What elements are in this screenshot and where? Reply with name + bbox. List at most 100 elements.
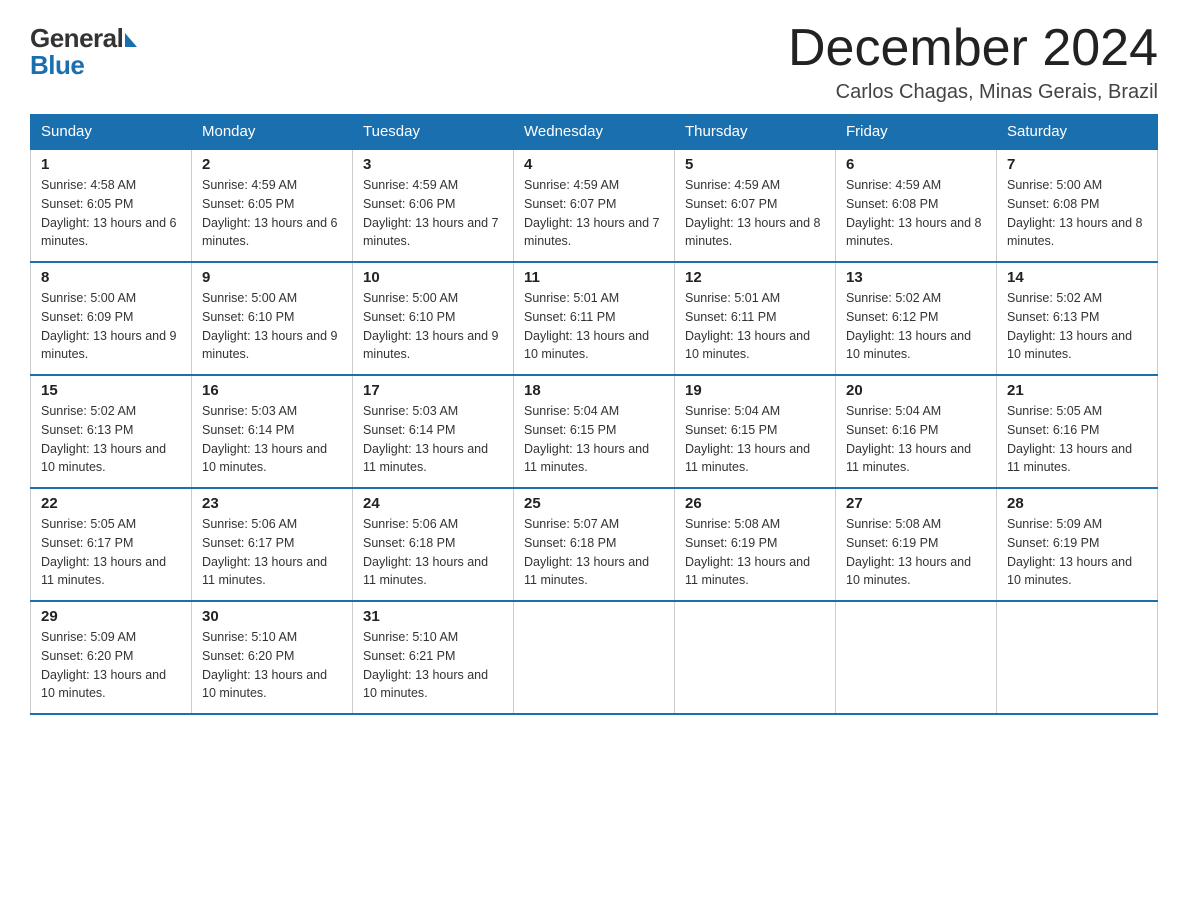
day-cell: 22Sunrise: 5:05 AMSunset: 6:17 PMDayligh… — [31, 488, 192, 601]
day-number: 12 — [685, 269, 825, 286]
day-cell: 11Sunrise: 5:01 AMSunset: 6:11 PMDayligh… — [514, 262, 675, 375]
logo: General Blue — [30, 20, 137, 79]
day-cell: 4 Sunrise: 4:59 AMSunset: 6:07 PMDaylight… — [514, 149, 675, 262]
day-number: 11 — [524, 269, 664, 286]
header-row: SundayMondayTuesdayWednesdayThursdayFrid… — [31, 115, 1158, 150]
day-info: Sunrise: 5:10 AMSunset: 6:20 PMDaylight:… — [202, 630, 327, 700]
day-number: 3 — [363, 156, 503, 173]
col-header-friday: Friday — [836, 115, 997, 150]
day-cell: 6 Sunrise: 4:59 AMSunset: 6:08 PMDaylight… — [836, 149, 997, 262]
col-header-monday: Monday — [192, 115, 353, 150]
day-cell: 9Sunrise: 5:00 AMSunset: 6:10 PMDaylight… — [192, 262, 353, 375]
day-info: Sunrise: 5:04 AMSunset: 6:15 PMDaylight:… — [685, 404, 810, 474]
day-cell — [836, 601, 997, 714]
day-number: 17 — [363, 382, 503, 399]
day-cell: 27Sunrise: 5:08 AMSunset: 6:19 PMDayligh… — [836, 488, 997, 601]
page-header: General Blue December 2024 Carlos Chagas… — [30, 20, 1158, 104]
week-row-5: 29Sunrise: 5:09 AMSunset: 6:20 PMDayligh… — [31, 601, 1158, 714]
col-header-wednesday: Wednesday — [514, 115, 675, 150]
day-info: Sunrise: 5:06 AMSunset: 6:17 PMDaylight:… — [202, 517, 327, 587]
day-info: Sunrise: 5:02 AMSunset: 6:13 PMDaylight:… — [1007, 291, 1132, 361]
day-number: 29 — [41, 608, 181, 625]
day-cell — [514, 601, 675, 714]
day-number: 30 — [202, 608, 342, 625]
day-number: 4 — [524, 156, 664, 173]
day-info: Sunrise: 5:03 AMSunset: 6:14 PMDaylight:… — [363, 404, 488, 474]
col-header-tuesday: Tuesday — [353, 115, 514, 150]
day-number: 20 — [846, 382, 986, 399]
day-cell: 16 Sunrise: 5:03 AMSunset: 6:14 PMDayligh… — [192, 375, 353, 488]
day-info: Sunrise: 5:00 AMSunset: 6:09 PMDaylight:… — [41, 291, 177, 361]
day-cell: 31 Sunrise: 5:10 AMSunset: 6:21 PMDayligh… — [353, 601, 514, 714]
day-number: 16 — [202, 382, 342, 399]
day-info: Sunrise: 4:59 AMSunset: 6:06 PMDaylight:… — [363, 178, 499, 248]
week-row-2: 8 Sunrise: 5:00 AMSunset: 6:09 PMDaylight… — [31, 262, 1158, 375]
day-number: 24 — [363, 495, 503, 512]
logo-line: General — [30, 25, 137, 52]
day-number: 14 — [1007, 269, 1147, 286]
day-number: 22 — [41, 495, 181, 512]
day-cell: 21Sunrise: 5:05 AMSunset: 6:16 PMDayligh… — [997, 375, 1158, 488]
day-number: 7 — [1007, 156, 1147, 173]
day-cell: 15 Sunrise: 5:02 AMSunset: 6:13 PMDayligh… — [31, 375, 192, 488]
day-info: Sunrise: 5:02 AMSunset: 6:13 PMDaylight:… — [41, 404, 166, 474]
day-cell: 2Sunrise: 4:59 AMSunset: 6:05 PMDaylight… — [192, 149, 353, 262]
day-info: Sunrise: 5:01 AMSunset: 6:11 PMDaylight:… — [685, 291, 810, 361]
day-number: 10 — [363, 269, 503, 286]
day-info: Sunrise: 5:07 AMSunset: 6:18 PMDaylight:… — [524, 517, 649, 587]
day-number: 6 — [846, 156, 986, 173]
day-number: 5 — [685, 156, 825, 173]
day-info: Sunrise: 5:09 AMSunset: 6:19 PMDaylight:… — [1007, 517, 1132, 587]
day-number: 27 — [846, 495, 986, 512]
logo-blue: Blue — [30, 50, 84, 80]
day-number: 8 — [41, 269, 181, 286]
logo-blue-line: Blue — [30, 52, 84, 79]
day-cell: 5 Sunrise: 4:59 AMSunset: 6:07 PMDaylight… — [675, 149, 836, 262]
day-cell: 19Sunrise: 5:04 AMSunset: 6:15 PMDayligh… — [675, 375, 836, 488]
day-info: Sunrise: 4:59 AMSunset: 6:07 PMDaylight:… — [524, 178, 660, 248]
day-cell: 28 Sunrise: 5:09 AMSunset: 6:19 PMDayligh… — [997, 488, 1158, 601]
day-info: Sunrise: 5:04 AMSunset: 6:16 PMDaylight:… — [846, 404, 971, 474]
day-info: Sunrise: 5:10 AMSunset: 6:21 PMDaylight:… — [363, 630, 488, 700]
title-section: December 2024 Carlos Chagas, Minas Gerai… — [788, 20, 1158, 104]
day-cell: 3 Sunrise: 4:59 AMSunset: 6:06 PMDaylight… — [353, 149, 514, 262]
logo-triangle-icon — [125, 33, 137, 47]
day-number: 1 — [41, 156, 181, 173]
day-info: Sunrise: 5:06 AMSunset: 6:18 PMDaylight:… — [363, 517, 488, 587]
logo-general: General — [30, 23, 123, 53]
day-cell: 30 Sunrise: 5:10 AMSunset: 6:20 PMDayligh… — [192, 601, 353, 714]
week-row-3: 15 Sunrise: 5:02 AMSunset: 6:13 PMDayligh… — [31, 375, 1158, 488]
col-header-thursday: Thursday — [675, 115, 836, 150]
week-row-4: 22Sunrise: 5:05 AMSunset: 6:17 PMDayligh… — [31, 488, 1158, 601]
day-cell: 12 Sunrise: 5:01 AMSunset: 6:11 PMDayligh… — [675, 262, 836, 375]
col-header-sunday: Sunday — [31, 115, 192, 150]
day-cell: 13 Sunrise: 5:02 AMSunset: 6:12 PMDayligh… — [836, 262, 997, 375]
day-cell: 8 Sunrise: 5:00 AMSunset: 6:09 PMDaylight… — [31, 262, 192, 375]
day-number: 2 — [202, 156, 342, 173]
day-info: Sunrise: 5:04 AMSunset: 6:15 PMDaylight:… — [524, 404, 649, 474]
day-info: Sunrise: 5:00 AMSunset: 6:08 PMDaylight:… — [1007, 178, 1143, 248]
day-info: Sunrise: 5:08 AMSunset: 6:19 PMDaylight:… — [685, 517, 810, 587]
day-cell: 24 Sunrise: 5:06 AMSunset: 6:18 PMDayligh… — [353, 488, 514, 601]
day-number: 9 — [202, 269, 342, 286]
day-info: Sunrise: 4:59 AMSunset: 6:07 PMDaylight:… — [685, 178, 821, 248]
day-number: 13 — [846, 269, 986, 286]
day-number: 21 — [1007, 382, 1147, 399]
day-info: Sunrise: 5:02 AMSunset: 6:12 PMDaylight:… — [846, 291, 971, 361]
day-number: 25 — [524, 495, 664, 512]
day-cell: 7 Sunrise: 5:00 AMSunset: 6:08 PMDaylight… — [997, 149, 1158, 262]
week-row-1: 1Sunrise: 4:58 AMSunset: 6:05 PMDaylight… — [31, 149, 1158, 262]
day-cell: 29Sunrise: 5:09 AMSunset: 6:20 PMDayligh… — [31, 601, 192, 714]
month-title: December 2024 — [788, 20, 1158, 77]
day-number: 28 — [1007, 495, 1147, 512]
day-number: 15 — [41, 382, 181, 399]
day-cell: 10Sunrise: 5:00 AMSunset: 6:10 PMDayligh… — [353, 262, 514, 375]
day-cell: 17 Sunrise: 5:03 AMSunset: 6:14 PMDayligh… — [353, 375, 514, 488]
day-number: 26 — [685, 495, 825, 512]
day-number: 31 — [363, 608, 503, 625]
day-info: Sunrise: 5:03 AMSunset: 6:14 PMDaylight:… — [202, 404, 327, 474]
day-info: Sunrise: 4:59 AMSunset: 6:08 PMDaylight:… — [846, 178, 982, 248]
location-subtitle: Carlos Chagas, Minas Gerais, Brazil — [788, 81, 1158, 104]
calendar-table: SundayMondayTuesdayWednesdayThursdayFrid… — [30, 114, 1158, 715]
day-cell: 1Sunrise: 4:58 AMSunset: 6:05 PMDaylight… — [31, 149, 192, 262]
